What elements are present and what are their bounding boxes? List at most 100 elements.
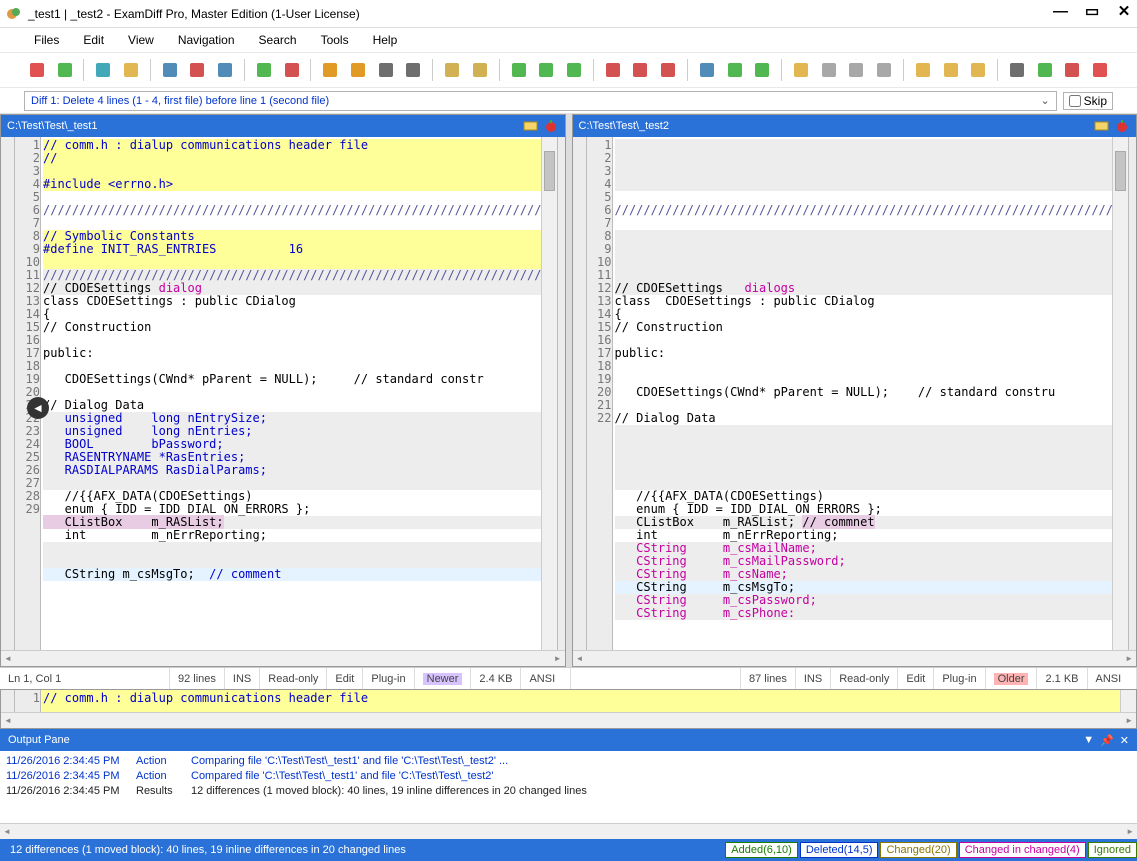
- detail-code: // comm.h : dialup communications header…: [41, 690, 1120, 712]
- right-pane-header: C:\Test\Test\_test2: [573, 115, 1137, 137]
- left-code[interactable]: // comm.h : dialup communications header…: [41, 137, 541, 650]
- skip-label: Skip: [1084, 94, 1107, 108]
- chip-changed-in-changed[interactable]: Changed in changed(4): [959, 842, 1086, 858]
- chip-changed[interactable]: Changed(20): [880, 842, 956, 858]
- sync-arrow-icon[interactable]: ◄: [27, 397, 49, 419]
- left-pane-header: C:\Test\Test\_test1: [1, 115, 565, 137]
- left-minimap[interactable]: [557, 137, 565, 650]
- next-diff-icon[interactable]: [533, 57, 559, 83]
- chip-deleted[interactable]: Deleted(14,5): [800, 842, 879, 858]
- right-size: 2.1 KB: [1037, 668, 1087, 689]
- cursor-pos: Ln 1, Col 1: [0, 668, 170, 689]
- right-scrollbar-v[interactable]: [1112, 137, 1128, 650]
- folder-icon[interactable]: [523, 118, 539, 134]
- save-icon[interactable]: [157, 57, 183, 83]
- right-scrollbar-h[interactable]: [573, 650, 1137, 666]
- up-icon[interactable]: [910, 57, 936, 83]
- save-both-icon[interactable]: [212, 57, 238, 83]
- left-ins: INS: [225, 668, 260, 689]
- right-pos: [571, 668, 741, 689]
- right-plugin[interactable]: Plug-in: [934, 668, 985, 689]
- find-icon[interactable]: [1004, 57, 1030, 83]
- skip-checkbox[interactable]: Skip: [1063, 92, 1113, 110]
- filter3-icon[interactable]: [844, 57, 870, 83]
- toggle-2-icon[interactable]: [722, 57, 748, 83]
- toggle-3-icon[interactable]: [749, 57, 775, 83]
- preview-icon[interactable]: [401, 57, 427, 83]
- copy-left-icon[interactable]: [317, 57, 343, 83]
- apple-icon[interactable]: [543, 118, 559, 134]
- output-pin-icon[interactable]: 📌: [1100, 734, 1114, 747]
- titlebar: _test1 | _test2 - ExamDiff Pro, Master E…: [0, 0, 1137, 28]
- filter2-icon[interactable]: [816, 57, 842, 83]
- toggle-1-icon[interactable]: [694, 57, 720, 83]
- mark-icon[interactable]: [938, 57, 964, 83]
- view-horiz-icon[interactable]: [600, 57, 626, 83]
- minimize-button[interactable]: —: [1053, 7, 1067, 21]
- menu-edit[interactable]: Edit: [73, 31, 114, 49]
- view-single-icon[interactable]: [655, 57, 681, 83]
- menu-view[interactable]: View: [118, 31, 164, 49]
- down-icon[interactable]: [965, 57, 991, 83]
- diff-panes: ◄ C:\Test\Test\_test1 123456789101112131…: [0, 114, 1137, 667]
- right-gutter: [573, 137, 587, 650]
- filter-icon[interactable]: [788, 57, 814, 83]
- skip-input[interactable]: [1069, 95, 1081, 107]
- diff-combo[interactable]: Diff 1: Delete 4 lines (1 - 4, first fil…: [24, 91, 1057, 111]
- right-age: Older: [986, 668, 1038, 689]
- redo-icon[interactable]: [467, 57, 493, 83]
- detail-scrollbar-v[interactable]: [1120, 690, 1136, 712]
- menu-search[interactable]: Search: [249, 31, 307, 49]
- left-pane-body: 1234567891011121314151617181920212223242…: [1, 137, 565, 650]
- status-bar: Ln 1, Col 1 92 lines INS Read-only Edit …: [0, 667, 1137, 689]
- find-next-icon[interactable]: [1032, 57, 1058, 83]
- options-icon[interactable]: [1087, 57, 1113, 83]
- prev-file-icon[interactable]: [90, 57, 116, 83]
- left-line-numbers: 1234567891011121314151617181920212223242…: [15, 137, 41, 650]
- chip-added[interactable]: Added(6,10): [725, 842, 798, 858]
- menu-help[interactable]: Help: [363, 31, 408, 49]
- edit-left-icon[interactable]: [251, 57, 277, 83]
- maximize-button[interactable]: ▭: [1085, 7, 1099, 21]
- left-scrollbar-v[interactable]: [541, 137, 557, 650]
- save-red-icon[interactable]: [185, 57, 211, 83]
- menu-tools[interactable]: Tools: [311, 31, 359, 49]
- output-menu-icon[interactable]: ▼: [1083, 734, 1094, 746]
- apple-icon[interactable]: [1114, 118, 1130, 134]
- current-diff-icon[interactable]: [561, 57, 587, 83]
- right-line-numbers: 12345678910111213141516171819202122: [587, 137, 613, 650]
- detail-lnum: 1: [15, 690, 41, 712]
- edit-right-icon[interactable]: [279, 57, 305, 83]
- output-scrollbar-h[interactable]: [0, 823, 1137, 839]
- find-prev-icon[interactable]: [1060, 57, 1086, 83]
- refresh-icon[interactable]: [52, 57, 78, 83]
- compare-icon[interactable]: [24, 57, 50, 83]
- print-icon[interactable]: [373, 57, 399, 83]
- view-vert-icon[interactable]: [628, 57, 654, 83]
- left-plugin[interactable]: Plug-in: [363, 668, 414, 689]
- left-age: Newer: [415, 668, 472, 689]
- main-toolbar: [0, 52, 1137, 88]
- left-gutter: [1, 137, 15, 650]
- folder-icon[interactable]: [1094, 118, 1110, 134]
- right-code[interactable]: ////////////////////////////////////////…: [613, 137, 1113, 650]
- diff-bar: Diff 1: Delete 4 lines (1 - 4, first fil…: [0, 88, 1137, 114]
- output-close-icon[interactable]: ✕: [1120, 734, 1129, 747]
- menu-navigation[interactable]: Navigation: [168, 31, 245, 49]
- right-readonly: Read-only: [831, 668, 898, 689]
- menu-files[interactable]: Files: [24, 31, 69, 49]
- left-edit[interactable]: Edit: [327, 668, 363, 689]
- detail-scrollbar-h[interactable]: [1, 712, 1136, 728]
- close-button[interactable]: ✕: [1117, 7, 1131, 21]
- left-scrollbar-h[interactable]: [1, 650, 565, 666]
- prev-diff-icon[interactable]: [506, 57, 532, 83]
- open-icon[interactable]: [118, 57, 144, 83]
- filter4-icon[interactable]: [871, 57, 897, 83]
- undo-icon[interactable]: [439, 57, 465, 83]
- right-edit[interactable]: Edit: [898, 668, 934, 689]
- chip-ignored[interactable]: Ignored: [1088, 842, 1137, 858]
- copy-right-icon[interactable]: [345, 57, 371, 83]
- right-minimap[interactable]: [1128, 137, 1136, 650]
- right-encoding: ANSI: [1088, 668, 1137, 689]
- detail-gutter: [1, 690, 15, 712]
